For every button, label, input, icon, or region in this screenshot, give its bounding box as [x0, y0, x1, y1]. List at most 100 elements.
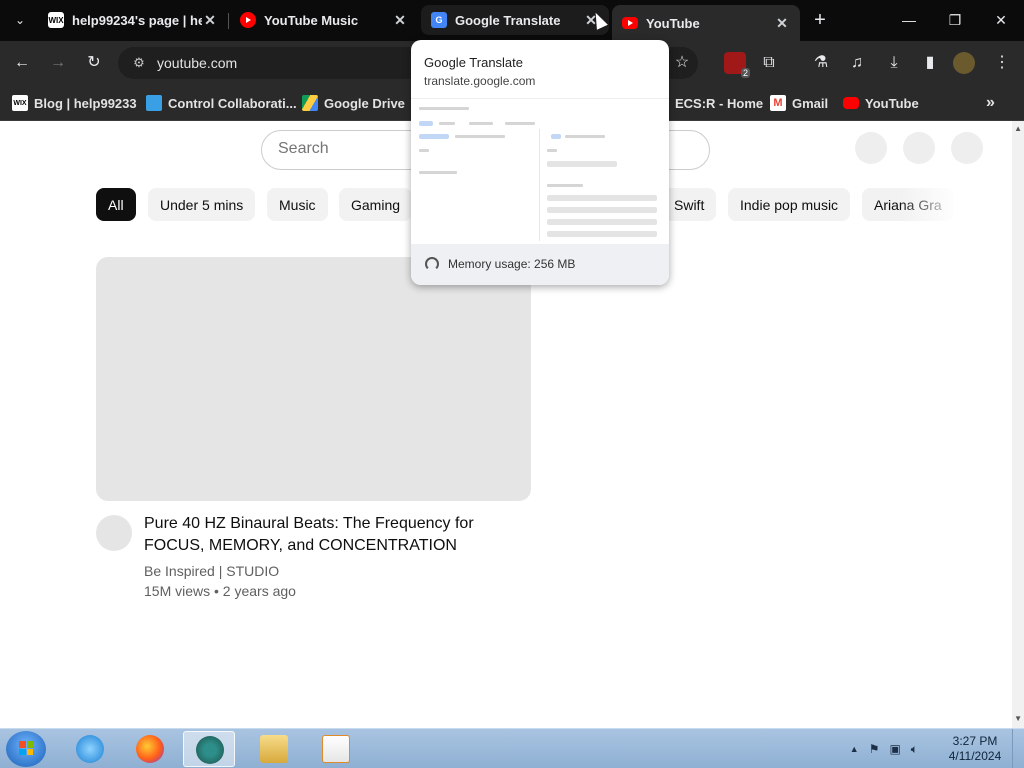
scroll-down-icon[interactable]: ▼ — [1014, 714, 1022, 723]
side-panel-icon[interactable]: ▮ — [917, 50, 943, 76]
internet-explorer-icon — [76, 735, 104, 763]
network-icon[interactable]: ▣ — [889, 742, 900, 756]
page-scrollbar[interactable] — [1012, 121, 1024, 728]
tab-wix[interactable]: WIX help99234's page | he ✕ — [38, 5, 228, 35]
ublock-extension-icon[interactable]: 2 — [724, 52, 750, 78]
bookmark-ecs[interactable]: ECS:R - Home — [675, 92, 763, 114]
google-translate-icon: G — [431, 12, 447, 28]
tab-preview-thumbnail — [411, 98, 669, 243]
close-window-button[interactable]: ✕ — [986, 8, 1016, 32]
start-button[interactable] — [6, 731, 46, 767]
labs-flask-icon[interactable]: ⚗ — [808, 50, 834, 76]
taskbar-firefox[interactable] — [124, 731, 176, 767]
chip-music[interactable]: Music — [267, 188, 328, 221]
new-tab-button[interactable]: + — [808, 8, 832, 32]
forward-button[interactable]: → — [45, 50, 71, 76]
chip-indie-pop-music[interactable]: Indie pop music — [728, 188, 851, 221]
video-thumbnail[interactable] — [96, 257, 531, 501]
site-settings-icon[interactable]: ⚙ — [130, 54, 148, 72]
placeholder-icon[interactable] — [903, 132, 935, 164]
url-text: youtube.com — [157, 55, 238, 71]
tab-title: YouTube — [646, 15, 700, 31]
wix-icon: WIX — [12, 95, 28, 111]
chip-under-5-mins[interactable]: Under 5 mins — [148, 188, 256, 221]
action-center-flag-icon[interactable]: ⚑ — [869, 742, 880, 756]
youtube-icon — [622, 17, 638, 29]
bookmark-label: YouTube — [865, 95, 919, 111]
profile-avatar[interactable] — [953, 52, 975, 74]
chips-fade — [900, 188, 960, 221]
tab-strip: ⌄ WIX help99234's page | he ✕ YouTube Mu… — [0, 0, 1024, 41]
scroll-up-icon[interactable]: ▲ — [1014, 124, 1022, 133]
control-icon — [146, 95, 162, 111]
video-meta: 15M views • 2 years ago — [144, 583, 296, 599]
extensions-puzzle-icon[interactable]: ⧉ — [756, 50, 782, 76]
youtube-music-icon — [240, 12, 256, 28]
channel-avatar[interactable] — [96, 515, 132, 551]
chip-gaming[interactable]: Gaming — [339, 188, 413, 221]
extension-badge: 2 — [740, 68, 750, 78]
bookmark-label: ECS:R - Home — [675, 95, 764, 111]
bookmark-gmail[interactable]: M Gmail — [770, 92, 828, 114]
tab-title: YouTube Music — [264, 12, 359, 28]
memory-usage-text: Memory usage: 256 MB — [448, 257, 576, 271]
close-tab-icon[interactable]: ✕ — [774, 15, 790, 32]
back-button[interactable]: ← — [9, 50, 35, 76]
tab-youtube[interactable]: YouTube ✕ — [612, 5, 800, 41]
clock-date: 4/11/2024 — [948, 749, 1002, 763]
tab-separator — [228, 13, 229, 29]
media-player-icon — [322, 735, 350, 763]
hover-card-footer: Memory usage: 256 MB — [411, 244, 669, 285]
volume-icon[interactable]: 🔈︎ — [911, 742, 918, 757]
reload-button[interactable]: ↻ — [81, 50, 107, 76]
media-control-icon[interactable]: ♫ — [844, 50, 870, 76]
bookmarks-overflow-icon[interactable]: » — [986, 92, 995, 114]
memory-gauge-icon — [425, 257, 439, 271]
restore-button[interactable]: ❐ — [940, 8, 970, 32]
bookmark-blog[interactable]: WIX Blog | help99233 — [12, 92, 137, 114]
google-drive-icon — [302, 95, 318, 111]
bookmark-label: Control Collaborati... — [168, 95, 297, 111]
tab-title: Google Translate — [455, 12, 561, 28]
wix-icon: WIX — [48, 12, 64, 28]
windows-logo-icon — [19, 741, 33, 755]
taskbar-clock[interactable]: 3:27 PM 4/11/2024 — [945, 734, 1005, 764]
clock-time: 3:27 PM — [952, 734, 998, 748]
download-icon[interactable]: ⤓ — [881, 50, 907, 76]
taskbar-file-explorer[interactable] — [248, 731, 300, 767]
bookmark-label: Gmail — [792, 95, 829, 111]
placeholder-icon[interactable] — [951, 132, 983, 164]
tray-expand-icon[interactable]: ▲ — [850, 744, 859, 754]
bookmark-control[interactable]: Control Collaborati... — [146, 92, 297, 114]
close-tab-icon[interactable]: ✕ — [202, 12, 218, 29]
hover-card-domain: translate.google.com — [424, 74, 536, 88]
bookmark-label: Blog | help99233 — [34, 95, 137, 111]
video-title[interactable]: Pure 40 HZ Binaural Beats: The Frequency… — [144, 513, 514, 557]
minimize-button[interactable]: — — [894, 8, 924, 32]
gmail-icon: M — [770, 95, 786, 111]
tab-google-translate[interactable]: G Google Translate ✕ — [421, 5, 609, 35]
bookmark-google-drive[interactable]: Google Drive — [302, 92, 405, 114]
bookmark-label: Google Drive — [324, 95, 405, 111]
firefox-icon — [136, 735, 164, 763]
browser-icon — [196, 736, 224, 764]
folder-icon — [260, 735, 288, 763]
tab-youtube-music[interactable]: YouTube Music ✕ — [230, 5, 418, 35]
windows-taskbar: ▲ ⚑ ▣ 🔈︎ 3:27 PM 4/11/2024 — [0, 728, 1024, 768]
hover-card-title: Google Translate — [424, 55, 524, 70]
bookmark-star-icon[interactable]: ☆ — [669, 50, 695, 76]
bookmark-youtube[interactable]: YouTube — [843, 92, 919, 114]
taskbar-chrome[interactable] — [183, 731, 235, 767]
taskbar-internet-explorer[interactable] — [64, 731, 116, 767]
close-tab-icon[interactable]: ✕ — [392, 12, 408, 29]
video-channel[interactable]: Be Inspired | STUDIO — [144, 563, 279, 579]
show-desktop-button[interactable] — [1012, 729, 1024, 768]
chip-all[interactable]: All — [96, 188, 136, 221]
menu-kebab-icon[interactable]: ⋮ — [989, 50, 1015, 76]
tab-title: help99234's page | he — [72, 12, 202, 28]
taskbar-media-player[interactable] — [310, 731, 362, 767]
tab-search-button[interactable]: ⌄ — [6, 6, 34, 34]
placeholder-icon[interactable] — [855, 132, 887, 164]
tab-hover-card: Google Translate translate.google.com Me… — [411, 40, 669, 285]
chip-swift[interactable]: Swift — [662, 188, 717, 221]
